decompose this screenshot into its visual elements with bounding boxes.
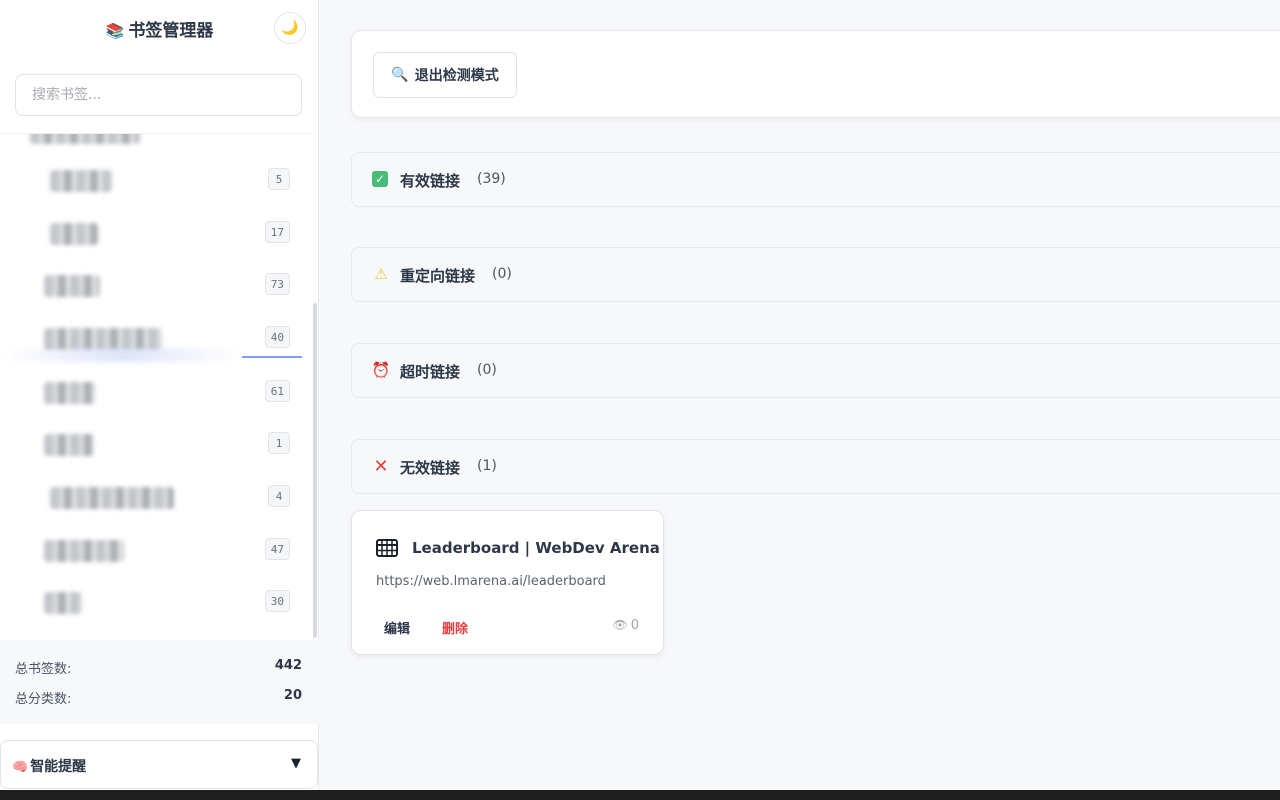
edit-button[interactable]: 编辑 bbox=[376, 617, 418, 637]
category-item[interactable]: 73 bbox=[0, 259, 312, 311]
section-count: (0) bbox=[492, 266, 512, 282]
section-invalid-links[interactable]: ✕ 无效链接 (1) bbox=[351, 439, 1280, 494]
magnifier-icon: 🔍 bbox=[391, 67, 409, 83]
sidebar: 📚书签管理器 🌙 5 17 73 40 bbox=[0, 0, 319, 790]
stat-value: 442 bbox=[274, 658, 302, 673]
scrollbar-thumb[interactable] bbox=[313, 303, 317, 638]
smart-reminder-title: 🧠 智能提醒 bbox=[12, 756, 86, 776]
view-count: 👁 0 bbox=[612, 618, 639, 633]
bookmark-url: https://web.lmarena.ai/leaderboard bbox=[376, 574, 606, 589]
category-label-redacted bbox=[44, 382, 96, 404]
section-redirect-links[interactable]: ⚠ 重定向链接 (0) bbox=[351, 247, 1280, 302]
bookmark-title-link[interactable]: Leaderboard | WebDev Arena bbox=[412, 539, 660, 557]
category-label-redacted bbox=[44, 275, 100, 297]
section-valid-links[interactable]: ✓ 有效链接 (39) bbox=[351, 152, 1280, 207]
category-item[interactable]: 4 bbox=[0, 471, 312, 523]
section-count: (39) bbox=[477, 171, 506, 187]
sidebar-header: 📚 书签管理器 🌙 bbox=[0, 0, 319, 56]
category-item[interactable]: 47 bbox=[0, 524, 312, 576]
cross-icon: ✕ bbox=[373, 455, 389, 477]
toolbar-card: 🔍 退出检测模式 bbox=[351, 30, 1280, 118]
stat-total-categories: 总分类数: 20 bbox=[15, 688, 302, 708]
warning-icon: ⚠ bbox=[374, 265, 388, 283]
active-indicator bbox=[242, 356, 302, 358]
grid-table-icon bbox=[376, 539, 398, 557]
category-list[interactable]: 5 17 73 40 61 1 4 47 30 bbox=[0, 133, 312, 639]
brain-icon: 🧠 bbox=[12, 760, 29, 775]
stat-value: 20 bbox=[283, 688, 302, 703]
check-icon: ✓ bbox=[372, 171, 388, 187]
category-count-badge: 40 bbox=[264, 326, 290, 348]
section-title: 超时链接 bbox=[400, 363, 461, 381]
alarm-clock-icon: ⏰ bbox=[371, 361, 391, 379]
category-count-badge: 5 bbox=[268, 168, 290, 190]
category-item[interactable]: 61 bbox=[0, 366, 312, 418]
view-count-value: 0 bbox=[630, 618, 639, 633]
active-highlight bbox=[4, 348, 240, 362]
stat-label: 总分类数: bbox=[15, 692, 72, 707]
category-label-redacted bbox=[44, 540, 124, 562]
section-title: 有效链接 bbox=[400, 172, 461, 190]
books-icon: 📚 bbox=[105, 22, 125, 40]
category-item[interactable]: 5 bbox=[0, 154, 312, 206]
search-input[interactable] bbox=[15, 74, 302, 116]
section-count: (0) bbox=[477, 362, 497, 378]
section-title: 无效链接 bbox=[400, 459, 461, 477]
stat-label: 总书签数: bbox=[15, 662, 72, 677]
section-count: (1) bbox=[477, 458, 497, 474]
exit-detect-mode-label: 退出检测模式 bbox=[414, 68, 499, 84]
main-content: 🔍 退出检测模式 ✓ 有效链接 (39) ⚠ 重定向链接 (0) ⏰ 超时链接 … bbox=[320, 0, 1280, 790]
category-label-redacted bbox=[44, 592, 82, 614]
smart-reminder-toggle[interactable]: 🧠 智能提醒 ▼ bbox=[0, 740, 318, 789]
section-timeout-links[interactable]: ⏰ 超时链接 (0) bbox=[351, 343, 1280, 398]
category-item-active[interactable]: 40 bbox=[0, 312, 312, 364]
category-label-redacted bbox=[44, 328, 162, 350]
exit-detect-mode-button[interactable]: 🔍 退出检测模式 bbox=[373, 52, 517, 98]
app-title: 📚 书签管理器 bbox=[0, 16, 319, 41]
moon-icon: 🌙 bbox=[281, 20, 299, 36]
category-count-badge: 47 bbox=[264, 538, 290, 560]
chevron-down-icon: ▼ bbox=[291, 756, 301, 771]
section-title: 重定向链接 bbox=[400, 267, 476, 285]
category-label-redacted bbox=[44, 434, 94, 456]
category-label-redacted bbox=[30, 134, 140, 144]
delete-button[interactable]: 删除 bbox=[434, 617, 476, 637]
category-count-badge: 4 bbox=[268, 485, 290, 507]
window-bottom-edge bbox=[0, 790, 1280, 800]
category-count-badge: 30 bbox=[264, 590, 290, 612]
eye-icon: 👁 bbox=[612, 618, 628, 632]
category-count-badge: 1 bbox=[268, 432, 290, 454]
app-title-text: 书签管理器 bbox=[128, 21, 214, 41]
category-count-badge: 17 bbox=[264, 221, 290, 243]
stat-total-bookmarks: 总书签数: 442 bbox=[15, 658, 302, 678]
category-count-badge: 73 bbox=[264, 273, 290, 295]
category-item[interactable]: 17 bbox=[0, 207, 312, 259]
smart-reminder-label: 智能提醒 bbox=[30, 759, 87, 775]
category-label-redacted bbox=[50, 487, 174, 509]
category-label-redacted bbox=[50, 223, 98, 245]
bookmark-card[interactable]: Leaderboard | WebDev Arena https://web.l… bbox=[351, 510, 664, 655]
category-item[interactable]: 1 bbox=[0, 418, 312, 470]
category-count-badge: 61 bbox=[264, 380, 290, 402]
category-scrollbar[interactable] bbox=[312, 133, 318, 639]
theme-toggle-button[interactable]: 🌙 bbox=[274, 12, 306, 44]
stats-panel: 总书签数: 442 总分类数: 20 bbox=[0, 640, 319, 724]
category-label-redacted bbox=[50, 170, 112, 192]
category-item[interactable]: 30 bbox=[0, 576, 312, 628]
